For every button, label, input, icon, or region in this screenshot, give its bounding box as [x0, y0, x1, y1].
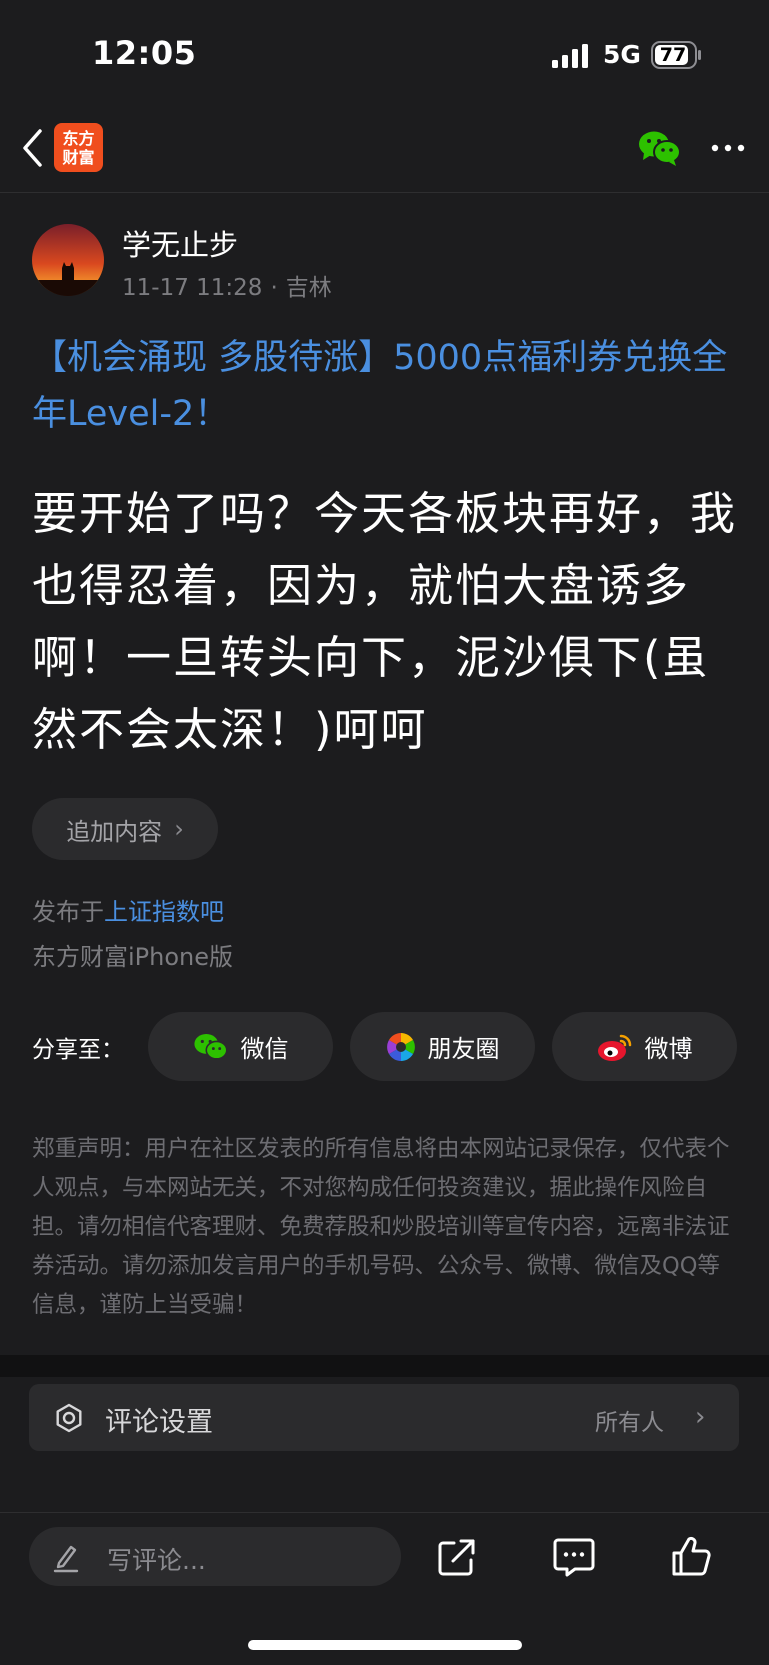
signal-icon: [552, 44, 588, 68]
post-headline-link[interactable]: 【机会涌现 多股待涨】5000点福利券兑换全年Level-2！: [32, 330, 732, 442]
section-separator: [0, 1355, 769, 1377]
chevron-right-icon: ›: [695, 1402, 706, 1432]
share-icon[interactable]: [437, 1537, 477, 1577]
wechat-icon: [193, 1033, 228, 1060]
comment-input[interactable]: 写评论...: [29, 1527, 401, 1586]
moments-icon: [386, 1032, 415, 1061]
add-content-button[interactable]: 追加内容 ›: [32, 798, 218, 860]
post-meta: 11-17 11:28 · 吉林: [122, 275, 332, 301]
post-date: 11-17 11:28: [122, 275, 263, 301]
share-weibo-button[interactable]: 微博: [552, 1012, 737, 1081]
share-moments-label: 朋友圈: [427, 1035, 500, 1063]
share-wechat-button[interactable]: 微信: [148, 1012, 333, 1081]
comment-settings-label: 评论设置: [105, 1407, 213, 1438]
battery-icon: 77: [651, 41, 702, 69]
forum-link[interactable]: 上证指数吧: [104, 898, 224, 926]
network-type: 5G: [603, 40, 641, 69]
battery-level: 77: [659, 44, 687, 66]
chevron-right-icon: ›: [174, 815, 184, 843]
post-location: 吉林: [285, 275, 332, 301]
post-body: 要开始了吗？今天各板块再好，我也得忍着，因为，就怕大盘诱多啊！一旦转头向下，泥沙…: [32, 487, 738, 756]
author-avatar[interactable]: [32, 224, 104, 296]
posted-in-prefix: 发布于: [32, 898, 104, 926]
pencil-icon: [53, 1545, 79, 1573]
home-indicator: [248, 1640, 522, 1650]
logo-line2: 财富: [62, 147, 95, 167]
share-label: 分享至：: [32, 1037, 124, 1063]
share-weibo-label: 微博: [644, 1035, 693, 1063]
comment-placeholder: 写评论...: [107, 1546, 206, 1575]
like-icon[interactable]: [671, 1535, 711, 1577]
status-time: 12:05: [92, 34, 197, 72]
logo-line1: 东方: [62, 128, 95, 148]
wechat-share-icon[interactable]: [638, 129, 682, 167]
gear-icon: [56, 1403, 82, 1433]
share-wechat-label: 微信: [240, 1035, 289, 1063]
share-moments-button[interactable]: 朋友圈: [350, 1012, 535, 1081]
add-content-label: 追加内容: [66, 817, 163, 846]
author-name[interactable]: 学无止步: [122, 222, 238, 264]
comment-settings-value: 所有人: [595, 1410, 664, 1436]
posted-in: 发布于上证指数吧: [32, 892, 224, 927]
back-arrow-icon[interactable]: [20, 127, 46, 169]
weibo-icon: [597, 1034, 631, 1061]
comment-icon[interactable]: [553, 1536, 595, 1578]
nav-divider: [0, 192, 769, 193]
post-device: 东方财富iPhone版: [32, 943, 234, 971]
more-options-icon[interactable]: [710, 136, 746, 160]
app-logo: 东方 财富: [54, 123, 103, 172]
disclaimer-text: 郑重声明：用户在社区发表的所有信息将由本网站记录保存，仅代表个人观点，与本网站无…: [32, 1136, 730, 1318]
toolbar-divider: [0, 1512, 769, 1513]
comment-settings-row[interactable]: 评论设置 所有人 ›: [29, 1384, 739, 1451]
